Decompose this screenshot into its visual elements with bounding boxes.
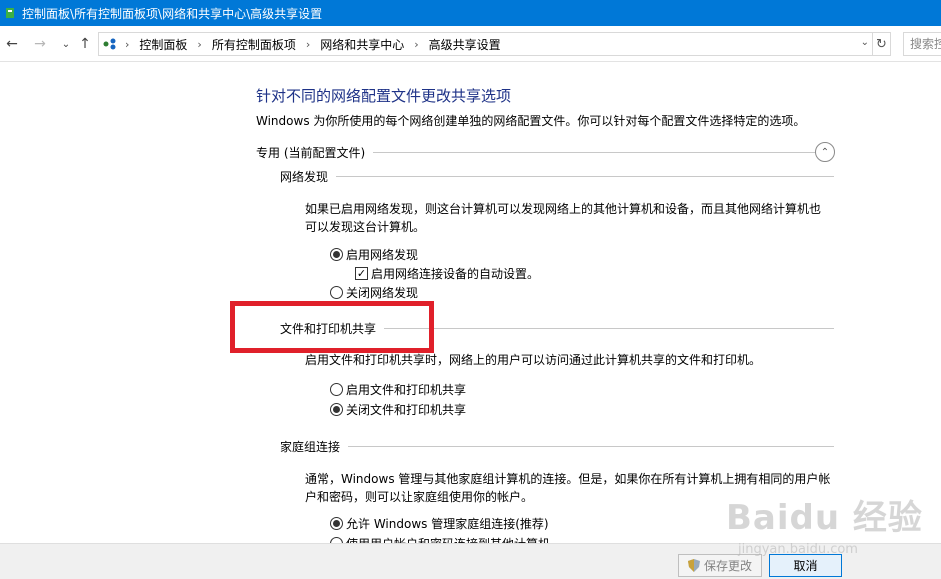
option-label: 启用网络连接设备的自动设置。: [371, 267, 540, 281]
address-bar: ← → ⌄ ↑ › 控制面板 › 所有控制面板项 › 网络和共享中心 › 高级共…: [0, 26, 941, 62]
shield-icon: [687, 559, 700, 572]
baidu-watermark: Baidu 经验 jingyan.baidu.com: [726, 490, 923, 557]
window-titlebar: 控制面板\所有控制面板项\网络和共享中心\高级共享设置: [0, 0, 941, 26]
option-label: 允许 Windows 管理家庭组连接(推荐): [346, 517, 549, 531]
network-discovery-text: 如果已启用网络发现，则这台计算机可以发现网络上的其他计算机和设备，而且其他网络计…: [305, 200, 821, 236]
breadcrumb-advanced-sharing[interactable]: 高级共享设置: [429, 36, 501, 53]
divider: [348, 446, 835, 447]
network-icon: [103, 38, 117, 50]
cancel-button[interactable]: 取消: [769, 554, 842, 577]
address-input[interactable]: › 控制面板 › 所有控制面板项 › 网络和共享中心 › 高级共享设置 ⌄: [98, 32, 873, 56]
highlight-box: [230, 301, 434, 353]
homegroup-header: 家庭组连接: [280, 438, 835, 455]
radio-network-discovery-on[interactable]: 启用网络发现: [330, 246, 418, 263]
divider: [384, 328, 835, 329]
page-description: Windows 为你所使用的每个网络创建单独的网络配置文件。你可以针对每个配置文…: [256, 114, 806, 128]
breadcrumb-separator-icon: ›: [305, 37, 311, 51]
arrow-left-icon[interactable]: ←: [2, 34, 22, 54]
divider: [336, 176, 835, 177]
radio-unselected-icon[interactable]: [330, 286, 343, 299]
profile-header: 专用 (当前配置文件): [256, 144, 822, 161]
breadcrumb-separator-icon: ›: [197, 37, 202, 51]
breadcrumb-network-center[interactable]: 网络和共享中心: [320, 36, 404, 53]
checkbox-auto-setup[interactable]: ✓ 启用网络连接设备的自动设置。: [355, 265, 539, 282]
network-discovery-heading: 网络发现: [280, 170, 329, 184]
radio-file-sharing-on[interactable]: 启用文件和打印机共享: [330, 381, 466, 398]
radio-homegroup-allow[interactable]: 允许 Windows 管理家庭组连接(推荐): [330, 515, 549, 532]
refresh-icon[interactable]: ↻: [873, 32, 891, 56]
window-title: 控制面板\所有控制面板项\网络和共享中心\高级共享设置: [22, 6, 323, 21]
profile-label: 专用 (当前配置文件): [256, 146, 366, 160]
radio-file-sharing-off[interactable]: 关闭文件和打印机共享: [330, 401, 466, 418]
option-label: 关闭文件和打印机共享: [346, 403, 467, 417]
option-label: 关闭网络发现: [346, 286, 419, 300]
radio-selected-icon[interactable]: [330, 248, 343, 261]
main-content: 针对不同的网络配置文件更改共享选项 Windows 为你所使用的每个网络创建单独…: [0, 62, 941, 543]
homegroup-heading: 家庭组连接: [280, 440, 341, 454]
address-dropdown-icon[interactable]: ⌄: [861, 37, 869, 48]
radio-selected-icon[interactable]: [330, 517, 343, 530]
breadcrumb-all-items[interactable]: 所有控制面板项: [212, 36, 296, 53]
radio-unselected-icon[interactable]: [330, 383, 343, 396]
breadcrumb-separator-icon: ›: [414, 37, 419, 51]
control-panel-icon: [4, 6, 16, 20]
option-label: 启用网络发现: [346, 248, 419, 262]
arrow-up-icon[interactable]: ↑: [75, 34, 95, 54]
text-line: 可以发现这台计算机。: [305, 220, 426, 234]
page-title: 针对不同的网络配置文件更改共享选项: [256, 87, 512, 105]
breadcrumb-separator-icon: ›: [125, 37, 130, 51]
text-line: 通常，Windows 管理与其他家庭组计算机的连接。但是，如果你在所有计算机上拥…: [305, 472, 831, 486]
checkbox-checked-icon[interactable]: ✓: [355, 267, 368, 280]
chevron-down-icon[interactable]: ⌄: [56, 34, 76, 54]
option-label: 启用文件和打印机共享: [346, 383, 467, 397]
arrow-right-icon[interactable]: →: [30, 34, 50, 54]
breadcrumb-control-panel[interactable]: 控制面板: [139, 36, 187, 53]
option-label: 使用用户帐户和密码连接到其他计算机: [346, 535, 550, 543]
radio-selected-icon[interactable]: [330, 403, 343, 416]
network-discovery-header: 网络发现: [280, 168, 835, 185]
collapse-icon[interactable]: ⌃: [815, 142, 835, 162]
watermark-url: jingyan.baidu.com: [738, 542, 858, 557]
text-line: 如果已启用网络发现，则这台计算机可以发现网络上的其他计算机和设备，而且其他网络计…: [305, 202, 822, 216]
save-button[interactable]: 保存更改: [678, 554, 762, 577]
radio-homegroup-user[interactable]: 使用用户帐户和密码连接到其他计算机: [330, 535, 550, 543]
divider: [373, 152, 822, 153]
file-printer-sharing-text: 启用文件和打印机共享时，网络上的用户可以访问通过此计算机共享的文件和打印机。: [305, 353, 762, 367]
search-input[interactable]: 搜索控: [903, 32, 941, 56]
radio-network-discovery-off[interactable]: 关闭网络发现: [330, 284, 418, 301]
save-label: 保存更改: [703, 559, 752, 573]
watermark-brand: Baidu 经验: [726, 498, 923, 538]
